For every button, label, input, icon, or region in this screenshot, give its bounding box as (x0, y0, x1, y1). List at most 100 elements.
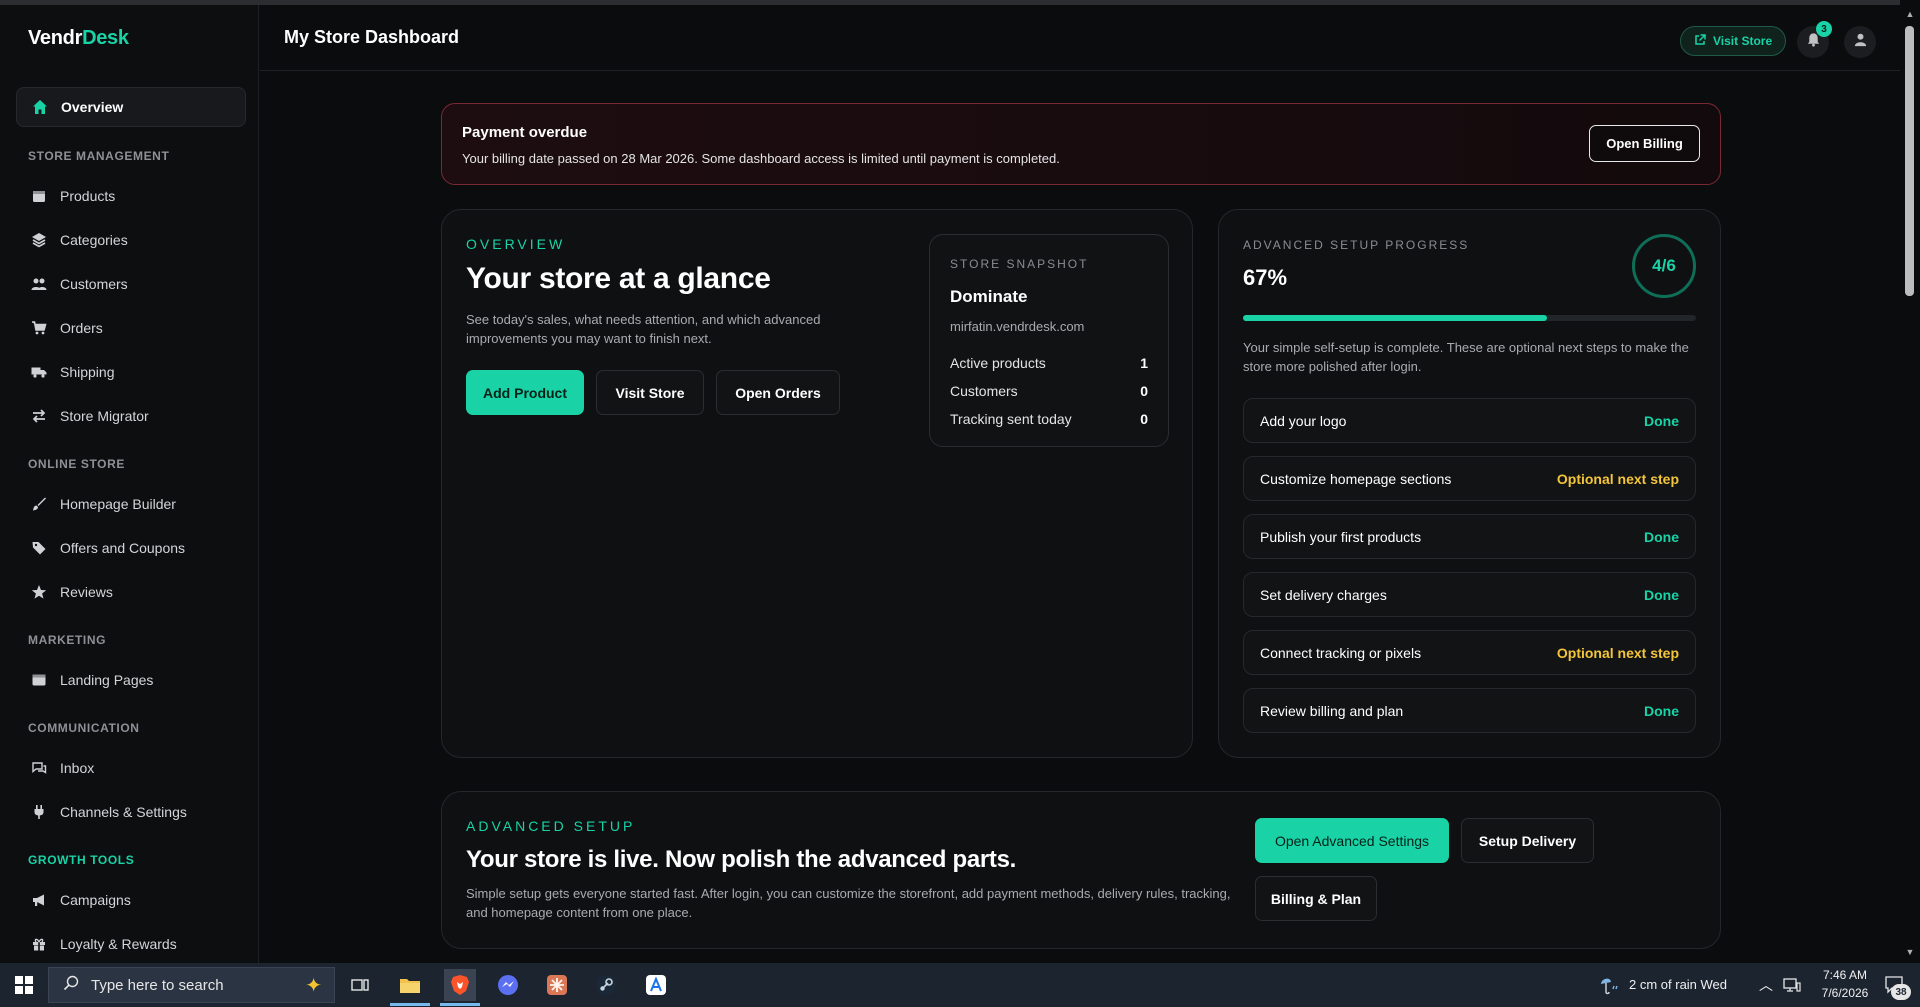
taskbar-search-box[interactable]: Type here to search ✦ (48, 967, 335, 1003)
file-explorer-icon[interactable] (394, 969, 426, 1001)
sidebar-item-offers[interactable]: Offers and Coupons (16, 528, 246, 568)
sidebar-item-label: Store Migrator (60, 408, 149, 424)
sidebar-item-label: Products (60, 188, 116, 204)
brush-icon (30, 495, 48, 513)
open-advanced-settings-button[interactable]: Open Advanced Settings (1255, 818, 1449, 863)
search-placeholder: Type here to search (91, 976, 224, 994)
store-domain: mirfatin.vendrdesk.com (950, 319, 1085, 334)
sidebar-item-overview[interactable]: Overview (16, 87, 246, 127)
external-link-icon (1694, 33, 1706, 49)
setup-step-label: Connect tracking or pixels (1260, 644, 1422, 661)
search-icon (63, 975, 79, 995)
visit-store-button[interactable]: Visit Store (596, 370, 704, 415)
notification-count-badge: 3 (1816, 21, 1832, 37)
advanced-title: Your store is live. Now polish the advan… (466, 846, 1017, 873)
sidebar-item-label: Loyalty & Rewards (60, 936, 177, 952)
snapshot-value: 0 (1140, 383, 1148, 399)
progress-bar (1243, 315, 1696, 321)
open-billing-button[interactable]: Open Billing (1589, 125, 1700, 162)
app-a-icon[interactable] (640, 969, 672, 1001)
section-growth-tools: GROWTH TOOLS (28, 853, 135, 867)
setup-step-item[interactable]: Add your logo Done (1243, 398, 1696, 443)
clock-date[interactable]: 7/6/2026 (1812, 986, 1878, 1000)
sidebar-item-inbox[interactable]: Inbox (16, 748, 246, 788)
add-product-button[interactable]: Add Product (466, 370, 584, 415)
sidebar-item-campaigns[interactable]: Campaigns (16, 880, 246, 920)
users-icon (30, 275, 48, 293)
setup-step-status: Done (1644, 528, 1679, 545)
brand-logo[interactable]: VendrDesk (28, 27, 129, 50)
snapshot-label: Active products (950, 355, 1046, 371)
messenger-app-icon[interactable] (492, 969, 524, 1001)
top-header: My Store Dashboard Visit Store 3 (260, 5, 1900, 71)
sidebar-item-orders[interactable]: Orders (16, 308, 246, 348)
steam-app-icon[interactable] (590, 969, 622, 1001)
sidebar-item-reviews[interactable]: Reviews (16, 572, 246, 612)
visit-store-label: Visit Store (1713, 34, 1773, 48)
network-icon[interactable] (1776, 969, 1808, 1001)
progress-percent: 67% (1243, 265, 1288, 290)
setup-step-status: Done (1644, 702, 1679, 719)
sidebar-item-label: Offers and Coupons (60, 540, 186, 556)
arrows-swap-icon (30, 407, 48, 425)
sidebar-item-loyalty[interactable]: Loyalty & Rewards (16, 924, 246, 963)
weather-rain-icon[interactable] (1594, 969, 1626, 1001)
scroll-up-arrow-icon[interactable]: ▲ (1904, 8, 1916, 20)
gift-icon (30, 935, 48, 953)
sidebar-item-label: Categories (60, 232, 128, 248)
weather-text[interactable]: 2 cm of rain Wed (1629, 977, 1727, 992)
snapshot-label: Tracking sent today (950, 411, 1072, 427)
sparkle-icon: ✦ (305, 974, 322, 997)
progress-ring: 4/6 (1632, 234, 1696, 298)
setup-step-status: Done (1644, 586, 1679, 603)
sidebar-item-categories[interactable]: Categories (16, 220, 246, 260)
brave-browser-icon[interactable] (444, 969, 476, 1001)
setup-step-item[interactable]: Review billing and plan Done (1243, 688, 1696, 733)
section-communication: COMMUNICATION (28, 721, 140, 735)
task-view-icon[interactable] (344, 969, 376, 1001)
explorer-active-indicator (390, 1003, 430, 1006)
section-online-store: ONLINE STORE (28, 457, 125, 471)
scrollbar-thumb[interactable] (1905, 26, 1914, 296)
sidebar-item-label: Landing Pages (60, 672, 154, 688)
clock-time[interactable]: 7:46 AM (1812, 968, 1878, 982)
truck-icon (30, 363, 48, 381)
setup-step-item[interactable]: Publish your first products Done (1243, 514, 1696, 559)
sidebar-item-label: Campaigns (60, 892, 131, 908)
setup-delivery-button[interactable]: Setup Delivery (1461, 818, 1594, 863)
overview-description: See today's sales, what needs attention,… (466, 312, 821, 346)
show-hidden-icons-chevron-icon[interactable]: ︿ (1759, 975, 1773, 995)
setup-step-item[interactable]: Connect tracking or pixels Optional next … (1243, 630, 1696, 675)
page-icon (30, 671, 48, 689)
snapshot-row-active-products: Active products 1 (950, 355, 1148, 371)
alert-title: Payment overdue (462, 124, 588, 141)
sidebar-item-products[interactable]: Products (16, 176, 246, 216)
sidebar-item-landing-pages[interactable]: Landing Pages (16, 660, 246, 700)
overview-title: Your store at a glance (466, 262, 771, 295)
windows-start-icon[interactable] (8, 969, 40, 1001)
setup-step-item[interactable]: Set delivery charges Done (1243, 572, 1696, 617)
plug-icon (30, 803, 48, 821)
sidebar-item-homepage-builder[interactable]: Homepage Builder (16, 484, 246, 524)
sidebar-item-store-migrator[interactable]: Store Migrator (16, 396, 246, 436)
setup-step-label: Set delivery charges (1260, 586, 1387, 603)
setup-step-status: Optional next step (1556, 470, 1679, 487)
windows-taskbar: Type here to search ✦ 2 cm of rain Wed ︿… (0, 963, 1920, 1007)
open-orders-button[interactable]: Open Orders (716, 370, 840, 415)
sidebar-item-label: Customers (60, 276, 128, 292)
claude-app-icon[interactable] (541, 969, 573, 1001)
setup-step-item[interactable]: Customize homepage sections Optional next… (1243, 456, 1696, 501)
sidebar-item-label: Shipping (60, 364, 115, 380)
sidebar-item-label: Homepage Builder (60, 496, 176, 512)
sidebar-item-shipping[interactable]: Shipping (16, 352, 246, 392)
sidebar-item-channels[interactable]: Channels & Settings (16, 792, 246, 832)
user-avatar-button[interactable] (1844, 26, 1876, 58)
sidebar-item-customers[interactable]: Customers (16, 264, 246, 304)
sidebar-item-label: Channels & Settings (60, 804, 187, 820)
snapshot-value: 0 (1140, 411, 1148, 427)
billing-plan-button[interactable]: Billing & Plan (1255, 876, 1377, 921)
scroll-down-arrow-icon[interactable]: ▼ (1904, 946, 1916, 958)
cart-icon (30, 319, 48, 337)
box-icon (30, 187, 48, 205)
visit-store-header-button[interactable]: Visit Store (1680, 26, 1787, 56)
